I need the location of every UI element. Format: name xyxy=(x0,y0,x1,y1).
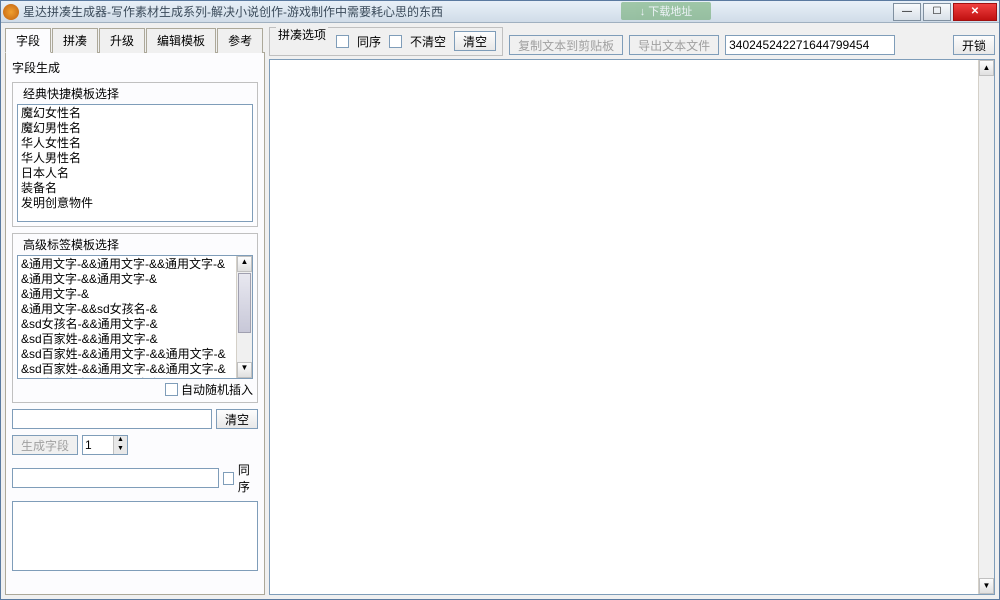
same-order-checkbox[interactable] xyxy=(336,35,349,48)
tab-upgrade[interactable]: 升级 xyxy=(99,28,145,53)
clear-segment-button[interactable]: 清空 xyxy=(216,409,258,429)
combine-options-group: 拼凑选项 同序 不清空 清空 xyxy=(269,27,503,56)
scroll-thumb[interactable] xyxy=(238,273,251,333)
tab-reference[interactable]: 参考 xyxy=(217,28,263,53)
list-item[interactable]: 华人男性名 xyxy=(19,151,251,166)
list-item[interactable]: 魔幻女性名 xyxy=(19,106,251,121)
scroll-down-icon[interactable]: ▼ xyxy=(237,362,252,378)
list-item[interactable]: 魔幻男性名 xyxy=(19,121,251,136)
advanced-template-group: 高级标签模板选择 &通用文字-&&通用文字-&&通用文字-&&通用文字-&&通用… xyxy=(12,233,258,403)
list-item[interactable]: &sd魔幻女名-&.&通用文字-& xyxy=(19,377,251,379)
section-title: 字段生成 xyxy=(12,59,258,76)
tab-bar: 字段 拼凑 升级 编辑模板 参考 xyxy=(5,27,265,53)
tab-combine[interactable]: 拼凑 xyxy=(52,28,98,53)
titlebar: 星达拼凑生成器-写作素材生成系列-解决小说创作-游戏制作中需要耗心思的东西 ↓ … xyxy=(1,1,999,23)
same-order-label-left: 同序 xyxy=(238,461,258,495)
list-item[interactable]: &sd百家姓-&&通用文字-&&通用文字-& xyxy=(19,362,251,377)
classic-legend: 经典快捷模板选择 xyxy=(21,85,121,102)
list-item[interactable]: &通用文字-&&通用文字-& xyxy=(19,272,251,287)
list-item[interactable]: 装备名 xyxy=(19,181,251,196)
combine-options-legend: 拼凑选项 xyxy=(276,26,328,43)
list-item[interactable]: 华人女性名 xyxy=(19,136,251,151)
count-input[interactable] xyxy=(83,436,113,454)
list-item[interactable]: &通用文字-&&通用文字-&&通用文字-& xyxy=(19,257,251,272)
app-icon xyxy=(3,4,19,20)
download-ghost-button: ↓ 下载地址 xyxy=(621,2,711,20)
advanced-list-scrollbar[interactable]: ▲ ▼ xyxy=(236,256,252,378)
close-button[interactable]: ✕ xyxy=(953,3,997,21)
auto-random-insert-checkbox[interactable] xyxy=(165,383,178,396)
segment-input[interactable] xyxy=(12,409,212,429)
spinner-down-icon[interactable]: ▼ xyxy=(113,445,127,454)
same-order-label: 同序 xyxy=(357,33,381,50)
scroll-up-icon[interactable]: ▲ xyxy=(979,60,994,76)
count-spinner[interactable]: ▲ ▼ xyxy=(82,435,128,455)
tab-edit-template[interactable]: 编辑模板 xyxy=(146,28,216,53)
tab-segment[interactable]: 字段 xyxy=(5,28,51,53)
output-scrollbar[interactable]: ▲ ▼ xyxy=(978,60,994,594)
window-title: 星达拼凑生成器-写作素材生成系列-解决小说创作-游戏制作中需要耗心思的东西 xyxy=(23,3,893,20)
no-clear-label: 不清空 xyxy=(410,33,446,50)
preview-textarea[interactable] xyxy=(12,501,258,571)
list-item[interactable]: &通用文字-& xyxy=(19,287,251,302)
advanced-template-list[interactable]: &通用文字-&&通用文字-&&通用文字-&&通用文字-&&通用文字-&&通用文字… xyxy=(17,255,253,379)
unlock-button[interactable]: 开锁 xyxy=(953,35,995,55)
scroll-down-icon[interactable]: ▼ xyxy=(979,578,994,594)
export-text-button[interactable]: 导出文本文件 xyxy=(629,35,719,55)
list-item[interactable]: 发明创意物件 xyxy=(19,196,251,211)
list-item[interactable]: &sd百家姓-&&通用文字-& xyxy=(19,332,251,347)
list-item[interactable]: &sd女孩名-&&通用文字-& xyxy=(19,317,251,332)
list-item[interactable]: 日本人名 xyxy=(19,166,251,181)
copy-to-clipboard-button[interactable]: 复制文本到剪贴板 xyxy=(509,35,623,55)
advanced-legend: 高级标签模板选择 xyxy=(21,236,121,253)
clear-output-button[interactable]: 清空 xyxy=(454,31,496,51)
scroll-up-icon[interactable]: ▲ xyxy=(237,256,252,272)
output-textarea[interactable]: ▲ ▼ xyxy=(269,59,995,595)
classic-template-group: 经典快捷模板选择 魔幻女性名魔幻男性名华人女性名华人男性名日本人名装备名发明创意… xyxy=(12,82,258,227)
no-clear-checkbox[interactable] xyxy=(389,35,402,48)
list-item[interactable]: &通用文字-&&sd女孩名-& xyxy=(19,302,251,317)
maximize-button[interactable]: ☐ xyxy=(923,3,951,21)
auto-random-insert-label: 自动随机插入 xyxy=(181,381,253,398)
spinner-up-icon[interactable]: ▲ xyxy=(113,436,127,445)
same-order-checkbox-left[interactable] xyxy=(223,472,234,485)
order-input[interactable] xyxy=(12,468,219,488)
list-item[interactable]: &sd百家姓-&&通用文字-&&通用文字-& xyxy=(19,347,251,362)
generate-segment-button[interactable]: 生成字段 xyxy=(12,435,78,455)
classic-template-list[interactable]: 魔幻女性名魔幻男性名华人女性名华人男性名日本人名装备名发明创意物件 xyxy=(17,104,253,222)
serial-field[interactable]: 34024524227164479945­4 xyxy=(725,35,895,55)
minimize-button[interactable]: — xyxy=(893,3,921,21)
